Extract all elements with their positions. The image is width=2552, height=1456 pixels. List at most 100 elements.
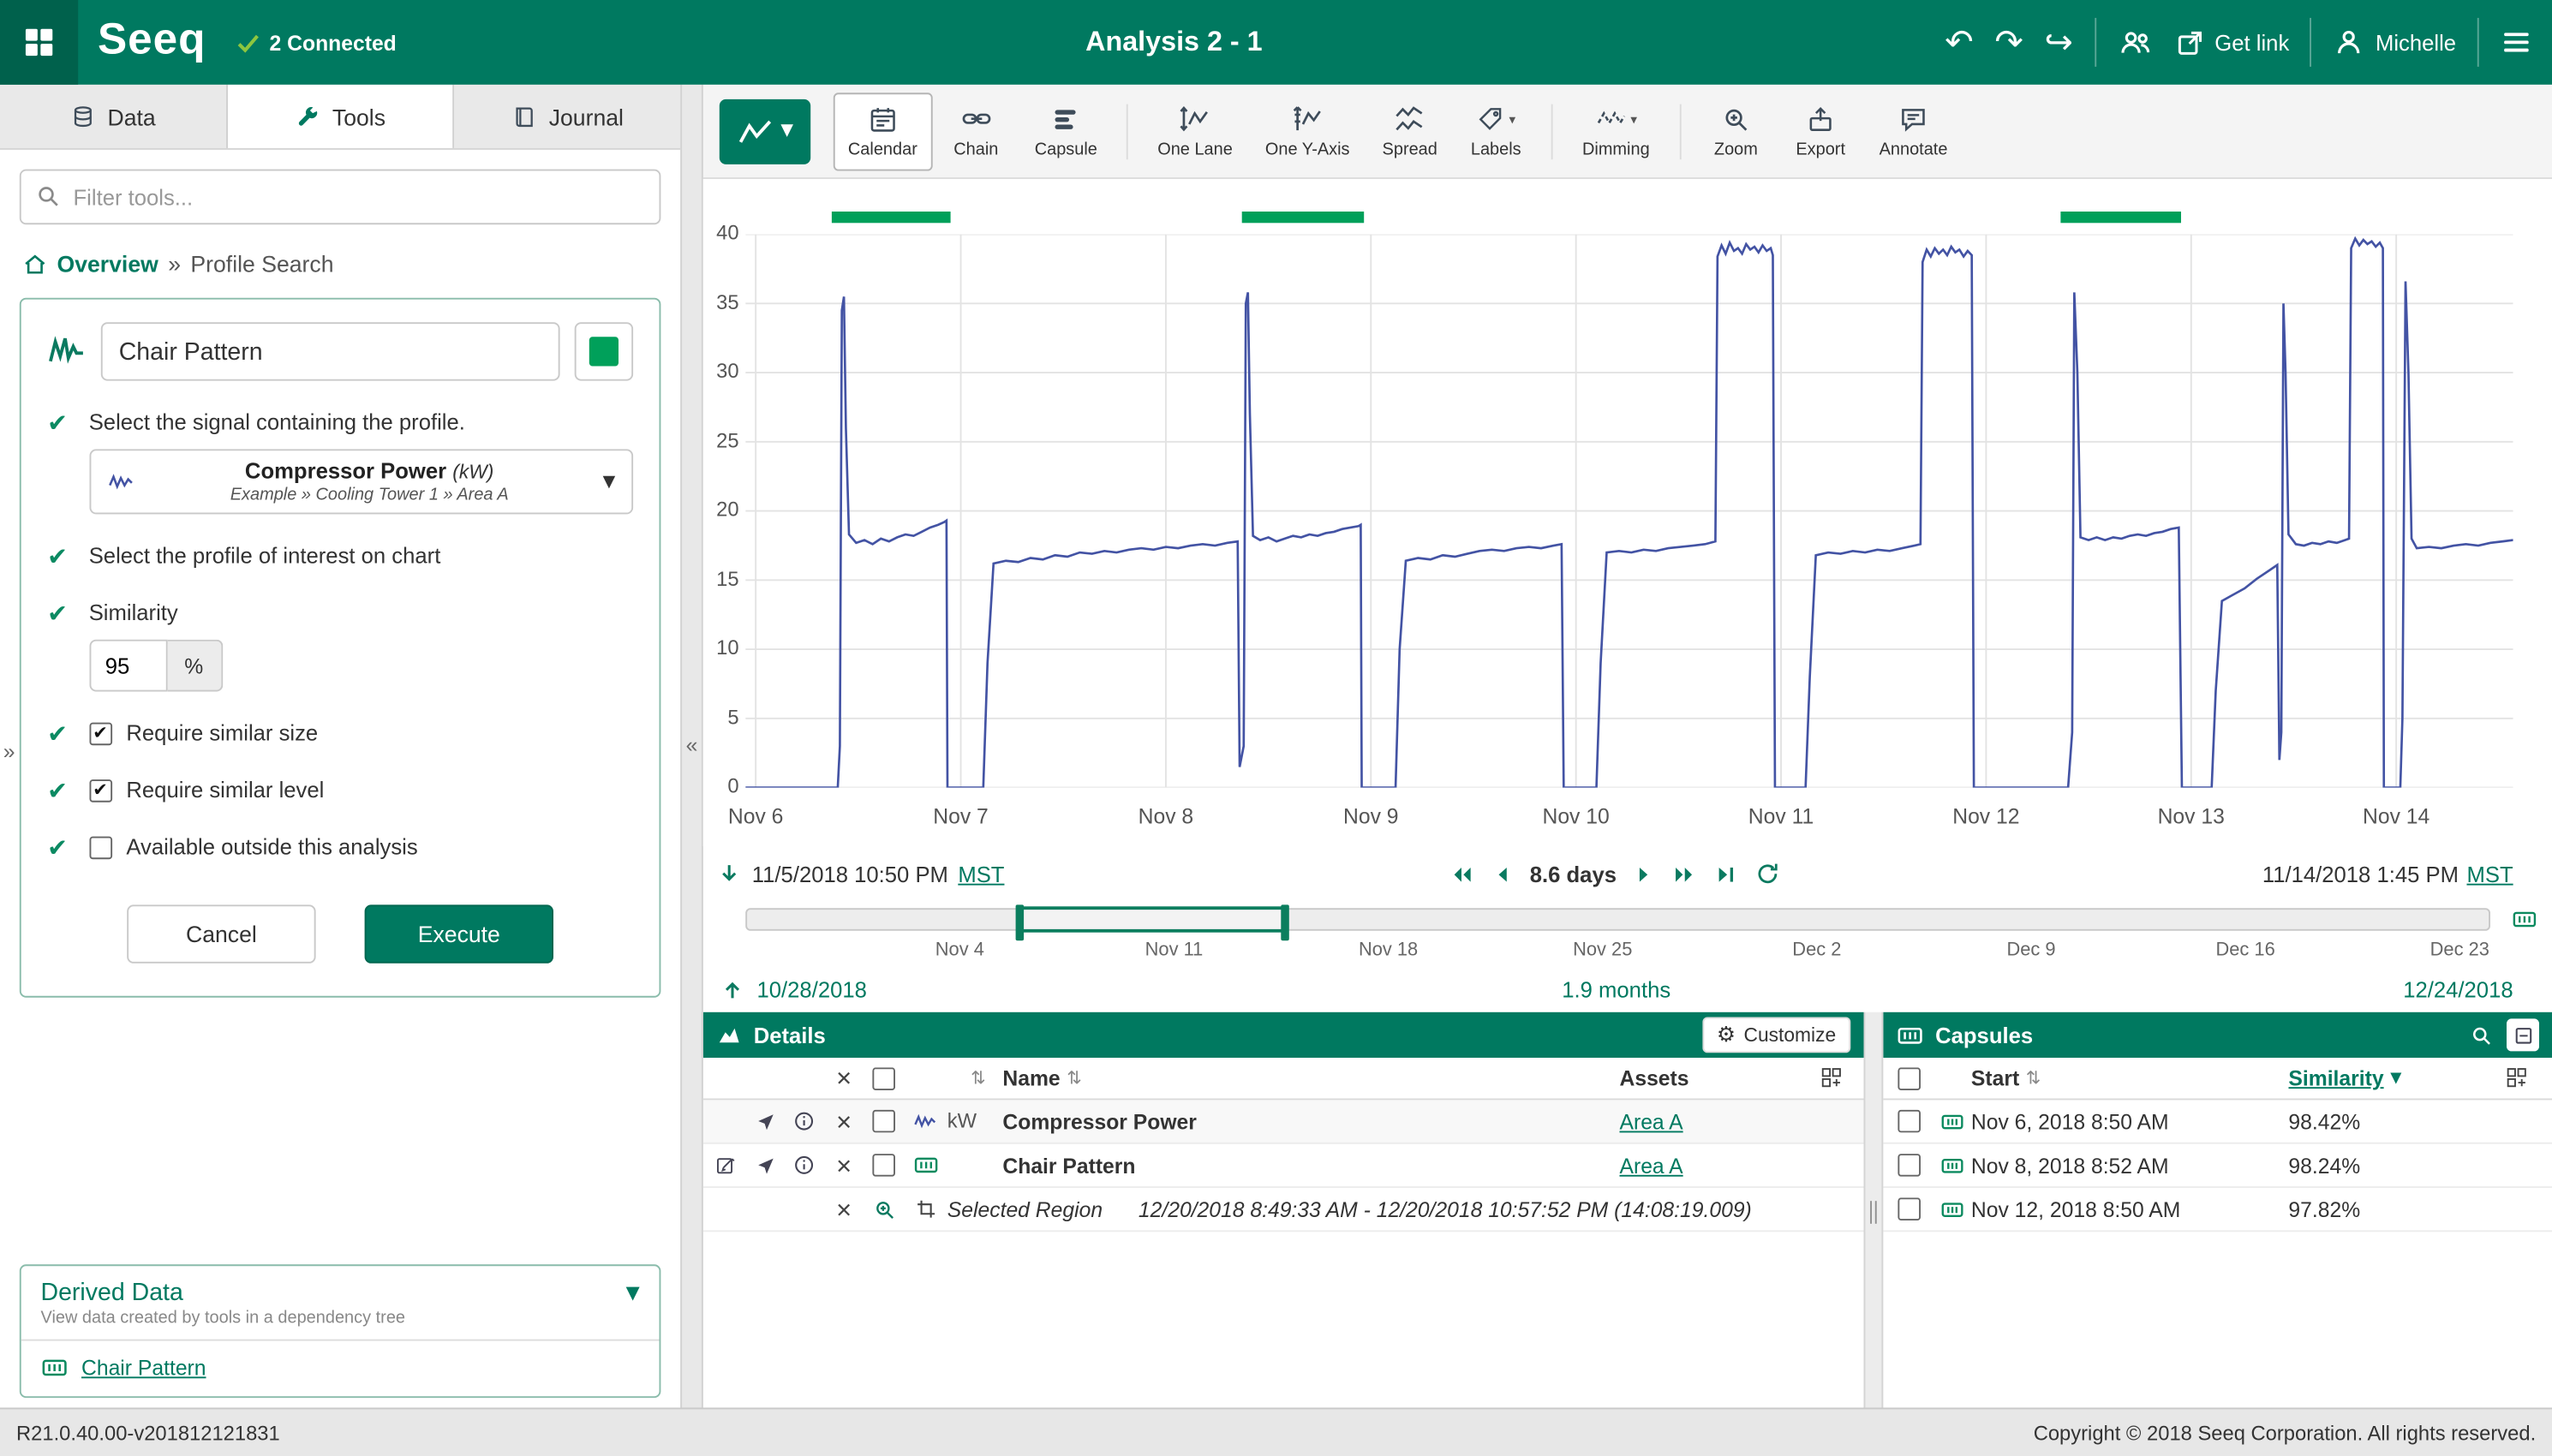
info-icon[interactable] [785, 1110, 824, 1133]
tab-journal[interactable]: Journal [455, 85, 680, 148]
signal-name-label[interactable]: Compressor Power [1002, 1109, 1619, 1134]
row-checkbox[interactable] [1886, 1110, 1932, 1133]
step-forward-icon[interactable] [1633, 862, 1654, 886]
scrubber-left-handle[interactable] [1016, 904, 1025, 940]
capsule-bar[interactable] [832, 212, 951, 223]
range-start-arrow-icon[interactable] [716, 861, 742, 886]
toolbar-dimming[interactable]: ▾ Dimming [1568, 92, 1664, 170]
row-checkbox[interactable] [863, 1154, 905, 1177]
toolbar-calendar[interactable]: Calendar [834, 92, 932, 170]
investigate-start-arrow-icon[interactable] [720, 976, 745, 1002]
row-checkbox[interactable] [1886, 1197, 1932, 1220]
share-icon[interactable]: ↪ [2045, 25, 2073, 59]
navigate-to-icon[interactable] [745, 1111, 785, 1132]
details-col-assets[interactable]: Assets [1620, 1066, 1802, 1091]
asset-link[interactable]: Area A [1620, 1109, 1683, 1134]
row-checkbox[interactable] [863, 1110, 905, 1133]
details-row-selected-region[interactable]: Selected Region 12/20/2018 8:49:33 AM - … [703, 1188, 1864, 1232]
step-forward-double-icon[interactable] [1670, 862, 1698, 886]
asset-link[interactable]: Area A [1620, 1153, 1683, 1178]
chart-plot[interactable] [745, 235, 2513, 788]
remove-icon[interactable] [823, 1200, 863, 1218]
undo-icon[interactable]: ↶ [1945, 25, 1973, 59]
document-title[interactable]: Analysis 2 - 1 [1085, 26, 1262, 58]
available-outside-checkbox[interactable] [89, 836, 112, 859]
view-selector-button[interactable]: ▼ [720, 98, 810, 164]
navigate-to-icon[interactable] [745, 1155, 785, 1176]
tab-tools[interactable]: Tools [227, 85, 454, 148]
capsules-panel-options-button[interactable] [2507, 1018, 2539, 1051]
scrubber-right-handle[interactable] [1281, 904, 1289, 940]
sort-icon[interactable]: ⇅ [2026, 1067, 2041, 1089]
toolbar-one-y-axis[interactable]: One Y-Axis [1251, 92, 1365, 170]
zoom-to-region-icon[interactable] [863, 1196, 905, 1221]
info-icon[interactable] [785, 1154, 824, 1177]
toolbar-chain[interactable]: Chain [935, 92, 1017, 170]
signal-select-dropdown[interactable]: Compressor Power (kW) Example » Cooling … [89, 449, 633, 514]
breadcrumb-home[interactable]: Overview [23, 251, 158, 277]
capsule-time-toggle-icon[interactable] [2510, 906, 2539, 932]
range-duration-label[interactable]: 8.6 days [1530, 862, 1617, 886]
toolbar-export[interactable]: Export [1780, 92, 1862, 170]
capsule-row[interactable]: Nov 12, 2018 8:50 AM 97.82% [1883, 1188, 2552, 1232]
redo-icon[interactable]: ↷ [1994, 25, 2023, 59]
customize-button[interactable]: ⚙ Customize [1702, 1017, 1851, 1053]
edit-pencil-icon[interactable] [707, 1154, 746, 1177]
range-end-timezone-link[interactable]: MST [2466, 862, 2513, 886]
require-similar-size-checkbox[interactable]: ✔ [89, 722, 112, 745]
remove-all-icon[interactable] [823, 1069, 863, 1087]
color-swatch-button[interactable] [575, 322, 633, 380]
investigate-end-label[interactable]: 12/24/2018 [1670, 977, 2513, 1002]
step-back-icon[interactable] [1492, 862, 1514, 886]
toolbar-labels[interactable]: ▾ Labels [1455, 92, 1537, 170]
require-similar-level-checkbox[interactable]: ✔ [89, 779, 112, 802]
sort-icon[interactable]: ⇅ [953, 1067, 1002, 1089]
toolbar-spread[interactable]: Spread [1367, 92, 1452, 170]
cancel-button[interactable]: Cancel [127, 904, 315, 963]
refresh-icon[interactable] [1754, 861, 1780, 886]
select-all-checkbox[interactable] [1886, 1066, 1932, 1089]
row-checkbox[interactable] [1886, 1154, 1932, 1177]
toolbar-capsule[interactable]: Capsule [1020, 92, 1112, 170]
investigate-start-label[interactable]: 10/28/2018 [757, 977, 867, 1002]
capsules-col-similarity[interactable]: Similarity [2288, 1066, 2383, 1091]
sort-icon[interactable]: ⇅ [1067, 1067, 1082, 1089]
collapse-sidebar-chevron[interactable]: « [682, 732, 702, 757]
capsule-bar[interactable] [2060, 212, 2181, 223]
details-row-signal[interactable]: kW Compressor Power Area A [703, 1100, 1864, 1143]
expand-left-panel-chevron[interactable]: » [3, 739, 15, 764]
timeline-scrubber-track[interactable] [745, 908, 2490, 931]
step-to-end-icon[interactable] [1714, 862, 1739, 886]
step-back-double-icon[interactable] [1449, 862, 1476, 886]
get-link-button[interactable]: Get link [2174, 27, 2289, 57]
capsules-col-start[interactable]: Start [1971, 1066, 2019, 1091]
condition-name-label[interactable]: Chair Pattern [1002, 1153, 1619, 1178]
crop-icon[interactable] [905, 1197, 947, 1220]
hamburger-menu-icon[interactable] [2500, 26, 2532, 58]
scrubber-selection[interactable] [1020, 906, 1283, 932]
derived-data-header[interactable]: Derived Data ▼ [21, 1266, 660, 1308]
select-all-checkbox[interactable] [863, 1066, 905, 1089]
remove-icon[interactable] [823, 1156, 863, 1174]
splitter-grip[interactable] [1870, 1201, 1877, 1224]
panel-splitter[interactable] [1864, 1012, 1884, 1408]
execute-button[interactable]: Execute [365, 904, 553, 963]
toolbar-annotate[interactable]: Annotate [1864, 92, 1962, 170]
seeq-logo[interactable]: Seeq [78, 15, 235, 70]
range-start-timezone-link[interactable]: MST [958, 862, 1004, 886]
derived-item-link[interactable]: Chair Pattern [81, 1356, 206, 1381]
connection-status[interactable]: 2 Connected [236, 30, 397, 55]
details-col-name[interactable]: Name [1002, 1066, 1060, 1091]
tool-name-input[interactable] [101, 322, 560, 380]
toolbar-zoom[interactable]: Zoom [1695, 92, 1777, 170]
filter-tools-input[interactable] [20, 170, 661, 225]
toolbar-one-lane[interactable]: One Lane [1143, 92, 1247, 170]
capsule-bar[interactable] [1241, 212, 1365, 223]
investigate-duration-label[interactable]: 1.9 months [1562, 977, 1670, 1002]
users-icon[interactable] [2117, 25, 2153, 61]
capsule-row[interactable]: Nov 6, 2018 8:50 AM 98.42% [1883, 1100, 2552, 1143]
tab-data[interactable]: Data [0, 85, 227, 148]
add-column-icon[interactable] [1802, 1066, 1860, 1091]
similarity-input[interactable] [89, 640, 167, 692]
user-menu[interactable]: Michelle [2334, 26, 2457, 58]
